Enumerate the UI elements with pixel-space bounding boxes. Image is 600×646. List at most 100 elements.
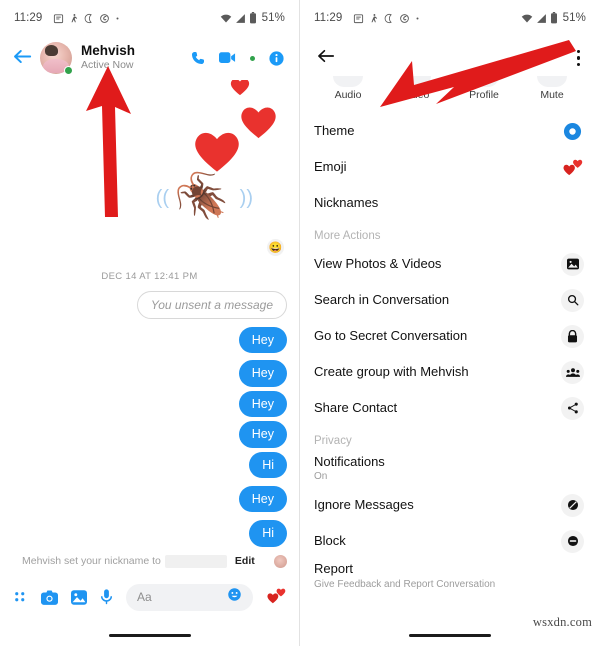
lock-icon	[561, 324, 584, 348]
menu-item-notifications[interactable]: Notifications On	[300, 451, 600, 487]
theme-color-circle-icon	[561, 120, 584, 143]
section-header-more-actions: More Actions	[314, 230, 381, 242]
back-arrow-icon[interactable]	[316, 48, 336, 68]
message-bubble[interactable]: Hi	[249, 520, 287, 547]
dot-icon	[115, 16, 120, 21]
menu-item-emoji[interactable]: Emoji	[300, 149, 600, 185]
person-walking-icon	[69, 13, 79, 24]
menu-item-sublabel: Give Feedback and Report Conversation	[314, 578, 496, 590]
message-reaction[interactable]: 😀	[266, 238, 285, 257]
sticker-message[interactable]: (( )) 🪳 😀	[12, 78, 287, 265]
menu-item-search-in-conversation[interactable]: Search in Conversation	[300, 282, 600, 318]
message-row[interactable]: Hey	[12, 327, 287, 354]
mute-bell-icon: ●	[537, 76, 567, 87]
chat-header-actions	[190, 50, 287, 67]
video-active-dot	[250, 55, 255, 61]
conversation-details-screen: 11:29 51% Audio Video Profile Mute Theme…	[300, 0, 600, 646]
online-status-dot	[64, 66, 73, 75]
apps-grid-icon[interactable]	[13, 590, 28, 605]
battery-percent: 51%	[562, 12, 586, 24]
message-bubble[interactable]: Hi	[249, 451, 287, 478]
nickname-notice: Mehvish set your nickname to Edit	[12, 554, 287, 568]
wifi-icon	[220, 13, 232, 24]
home-indicator	[108, 634, 191, 637]
person-walking-icon	[369, 13, 379, 24]
camera-icon[interactable]	[41, 590, 58, 605]
group-people-icon	[561, 360, 584, 384]
menu-item-share-contact[interactable]: Share Contact	[300, 390, 600, 426]
data-saver-icon	[399, 13, 410, 24]
menu-item-label: View Photos & Videos	[314, 256, 442, 272]
video-camera-icon[interactable]	[219, 51, 239, 65]
menu-item-label: Notifications	[314, 453, 385, 469]
menu-item-label: Theme	[314, 123, 355, 139]
message-row[interactable]: Hey	[12, 421, 287, 448]
menu-item-report[interactable]: Report Give Feedback and Report Conversa…	[300, 561, 600, 597]
quick-action-mute[interactable]: ● Mute	[518, 76, 586, 101]
status-bar-time: 11:29	[14, 12, 43, 24]
status-bar-right-cluster: 51%	[220, 12, 285, 24]
nickname-edit-button[interactable]: Edit	[235, 555, 255, 567]
calendar-icon	[353, 13, 364, 24]
battery-icon	[249, 12, 257, 24]
chat-header: Mehvish Active Now	[0, 36, 299, 80]
menu-item-secret-conversation[interactable]: Go to Secret Conversation	[300, 318, 600, 354]
details-header	[300, 36, 600, 80]
menu-item-label: Create group with Mehvish	[314, 364, 469, 380]
quick-action-profile[interactable]: ● Profile	[450, 76, 518, 101]
menu-item-create-group[interactable]: Create group with Mehvish	[300, 354, 600, 390]
emoji-smiley-icon[interactable]	[227, 587, 242, 607]
contact-status: Active Now	[81, 59, 134, 72]
ignore-slash-icon	[561, 493, 584, 517]
message-row[interactable]: Hey	[12, 390, 287, 418]
menu-item-label: Nicknames	[314, 195, 379, 211]
quick-action-video[interactable]: ● Video	[382, 76, 450, 101]
dual-screenshot-container: 11:29 51% Mehvish Active Now (()) 🪳 😀 D…	[0, 0, 600, 646]
message-row[interactable]: Hey	[12, 360, 287, 387]
video-camera-icon: ●	[401, 76, 431, 87]
info-icon[interactable]	[268, 50, 285, 67]
sound-wave-left-icon: ((	[155, 187, 169, 209]
chat-message-list[interactable]: (( )) 🪳 😀 DEC 14 AT 12:41 PM You unsent …	[0, 78, 299, 600]
message-bubble[interactable]: Hey	[238, 485, 287, 513]
quick-action-label: Mute	[540, 89, 564, 101]
quick-action-audio[interactable]: ● Audio	[314, 76, 382, 101]
menu-item-theme[interactable]: Theme	[300, 113, 600, 149]
menu-item-label: Go to Secret Conversation	[314, 328, 468, 344]
profile-icon: ●	[469, 76, 499, 87]
chat-title-block[interactable]: Mehvish Active Now	[81, 43, 190, 73]
gallery-icon[interactable]	[71, 589, 87, 605]
message-bubble[interactable]: Hey	[238, 360, 287, 387]
message-row[interactable]: Hi	[12, 520, 287, 547]
message-row[interactable]: Hi	[12, 451, 287, 478]
menu-item-block[interactable]: Block	[300, 523, 600, 559]
heart-icon	[191, 126, 243, 174]
contact-name: Mehvish	[81, 42, 136, 58]
menu-item-label: Share Contact	[314, 400, 398, 416]
kebab-menu-icon[interactable]	[573, 48, 584, 68]
message-row[interactable]: Hey	[12, 485, 287, 513]
message-bubble[interactable]: Hey	[238, 390, 287, 418]
cricket-bug-sticker: 🪳	[174, 172, 229, 221]
watermark: wsxdn.com	[532, 615, 592, 629]
back-arrow-icon[interactable]	[12, 48, 36, 69]
menu-item-label: Block	[314, 533, 346, 549]
menu-item-view-photos-videos[interactable]: View Photos & Videos	[300, 246, 600, 282]
nickname-avatar	[274, 554, 287, 568]
battery-percent: 51%	[261, 12, 285, 24]
message-bubble[interactable]: Hey	[238, 421, 287, 448]
hearts-icon[interactable]	[266, 587, 287, 608]
share-icon	[561, 396, 584, 420]
menu-item-ignore-messages[interactable]: Ignore Messages	[300, 487, 600, 523]
quick-actions-row: ● Audio ● Video ● Profile ● Mute	[300, 76, 600, 101]
search-icon	[561, 288, 584, 312]
avatar[interactable]	[40, 42, 73, 75]
message-input[interactable]: Aa	[126, 583, 253, 611]
block-icon	[561, 529, 584, 553]
phone-icon[interactable]	[190, 50, 206, 66]
moon-icon	[84, 13, 94, 24]
microphone-icon[interactable]	[100, 589, 113, 605]
message-bubble[interactable]: Hey	[238, 327, 287, 354]
dot-icon	[415, 16, 420, 21]
menu-item-nicknames[interactable]: Nicknames	[300, 185, 600, 221]
